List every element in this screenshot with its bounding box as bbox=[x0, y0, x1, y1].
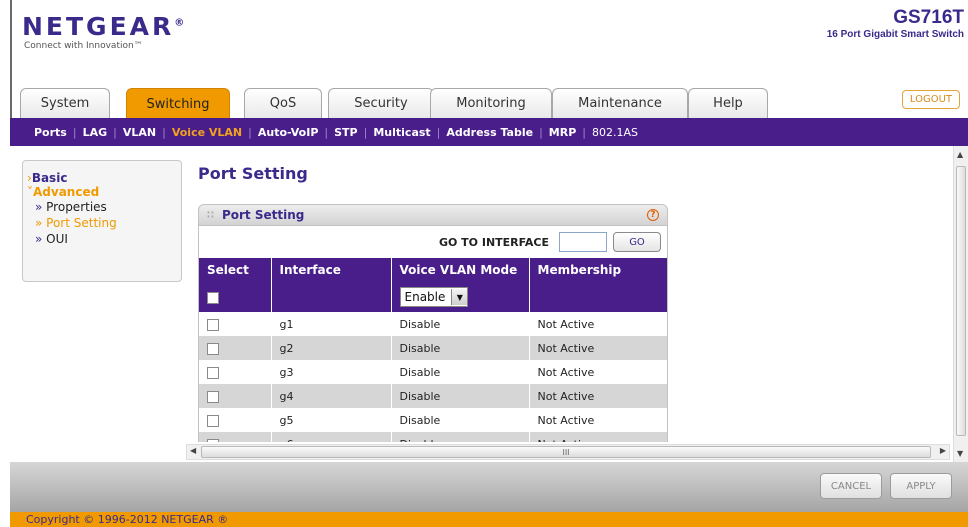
table-row[interactable]: g3 Disable Not Active bbox=[199, 360, 667, 384]
cell-mode: Disable bbox=[391, 384, 530, 408]
vertical-scrollbar[interactable]: ▲ ▼ bbox=[953, 146, 968, 462]
horizontal-scrollbar[interactable]: ◀ III ▶ bbox=[186, 444, 950, 460]
tab-monitoring[interactable]: Monitoring bbox=[430, 88, 552, 118]
table-row[interactable]: g6 Disable Not Active bbox=[199, 432, 667, 442]
sidebar: ›Basic ˅Advanced » Properties » Port Set… bbox=[22, 160, 182, 282]
cell-membership: Not Active bbox=[529, 360, 667, 384]
scroll-right-icon[interactable]: ▶ bbox=[940, 446, 946, 455]
col-voice-vlan-mode: Voice VLAN Mode bbox=[391, 258, 530, 282]
cell-interface: g1 bbox=[271, 312, 392, 336]
table-row[interactable]: g5 Disable Not Active bbox=[199, 408, 667, 432]
row-checkbox[interactable] bbox=[207, 414, 219, 427]
cell-mode: Disable bbox=[391, 408, 530, 432]
subnav-auto-voip[interactable]: Auto-VoIP bbox=[252, 126, 325, 139]
subnav-stp[interactable]: STP bbox=[328, 126, 364, 139]
tagline: Connect with Innovation™ bbox=[24, 41, 143, 51]
select-all-checkbox[interactable] bbox=[207, 291, 219, 304]
tab-qos[interactable]: QoS bbox=[244, 88, 322, 118]
sidebar-advanced[interactable]: ˅Advanced bbox=[27, 185, 177, 199]
apply-button[interactable]: APPLY bbox=[890, 473, 952, 499]
row-checkbox[interactable] bbox=[207, 366, 219, 379]
cell-interface: g3 bbox=[271, 360, 392, 384]
cell-membership: Not Active bbox=[529, 336, 667, 360]
goto-interface-label: GO TO INTERFACE bbox=[438, 235, 549, 249]
tab-security[interactable]: Security bbox=[328, 88, 434, 118]
table-row[interactable]: g4 Disable Not Active bbox=[199, 384, 667, 408]
sidebar-basic[interactable]: ›Basic bbox=[27, 171, 177, 185]
row-checkbox[interactable] bbox=[207, 390, 219, 403]
subnav-mrp[interactable]: MRP bbox=[543, 126, 582, 139]
port-table: Select Interface Voice VLAN Mode Members… bbox=[199, 258, 667, 442]
row-checkbox[interactable] bbox=[207, 438, 219, 442]
model-info: GS716T 16 Port Gigabit Smart Switch bbox=[826, 7, 964, 41]
cancel-button[interactable]: CANCEL bbox=[820, 473, 882, 499]
logout-button[interactable]: LOGOUT bbox=[901, 90, 960, 109]
subnav-multicast[interactable]: Multicast bbox=[367, 126, 436, 139]
vertical-scroll-thumb[interactable] bbox=[956, 166, 966, 436]
netgear-logo: NETGEAR® bbox=[22, 12, 185, 41]
scroll-up-icon[interactable]: ▲ bbox=[957, 150, 963, 159]
tab-help[interactable]: Help bbox=[688, 88, 768, 118]
copyright: Copyright © 1996-2012 NETGEAR ® bbox=[10, 512, 968, 527]
cell-mode: Disable bbox=[391, 360, 530, 384]
sidebar-item-port-setting[interactable]: » Port Setting bbox=[35, 215, 177, 231]
scroll-down-icon[interactable]: ▼ bbox=[957, 449, 963, 458]
dropdown-arrow-icon: ▼ bbox=[451, 289, 468, 305]
scroll-left-icon[interactable]: ◀ bbox=[190, 446, 196, 455]
cell-interface: g4 bbox=[271, 384, 392, 408]
help-icon[interactable]: ? bbox=[647, 209, 659, 221]
cell-interface: g5 bbox=[271, 408, 392, 432]
table-input-row: Enable ▼ bbox=[199, 282, 667, 312]
table-row[interactable]: g1 Disable Not Active bbox=[199, 312, 667, 336]
subnav-address-table[interactable]: Address Table bbox=[440, 126, 539, 139]
table-header-row: Select Interface Voice VLAN Mode Members… bbox=[199, 258, 667, 282]
cell-interface: g2 bbox=[271, 336, 392, 360]
voice-vlan-mode-select[interactable]: Enable ▼ bbox=[399, 287, 469, 307]
cell-membership: Not Active bbox=[529, 432, 667, 442]
cell-membership: Not Active bbox=[529, 312, 667, 336]
horizontal-scroll-thumb[interactable]: III bbox=[201, 446, 931, 458]
model-name: GS716T bbox=[893, 7, 964, 28]
cell-membership: Not Active bbox=[529, 384, 667, 408]
subnav-voice-vlan[interactable]: Voice VLAN bbox=[166, 126, 248, 139]
row-checkbox[interactable] bbox=[207, 318, 219, 331]
tab-switching[interactable]: Switching bbox=[126, 88, 230, 119]
page-title: Port Setting bbox=[198, 164, 308, 183]
goto-interface-input[interactable] bbox=[559, 232, 607, 252]
row-checkbox[interactable] bbox=[207, 342, 219, 355]
tab-system[interactable]: System bbox=[20, 88, 110, 118]
col-membership: Membership bbox=[529, 258, 667, 282]
panel-title: Port Setting bbox=[221, 208, 305, 222]
sub-navigation: Ports | LAG | VLAN | Voice VLAN | Auto-VoIP |… bbox=[10, 118, 968, 146]
grip-icon: ∷ bbox=[207, 209, 214, 221]
cell-mode: Disable bbox=[391, 336, 530, 360]
cell-interface: g6 bbox=[271, 432, 392, 442]
cell-membership: Not Active bbox=[529, 408, 667, 432]
cell-mode: Disable bbox=[391, 312, 530, 336]
sidebar-item-oui[interactable]: » OUI bbox=[35, 231, 177, 247]
subnav-vlan[interactable]: VLAN bbox=[117, 126, 162, 139]
sidebar-item-properties[interactable]: » Properties bbox=[35, 199, 177, 215]
col-select: Select bbox=[199, 258, 272, 282]
model-description: 16 Port Gigabit Smart Switch bbox=[826, 29, 964, 40]
subnav-ports[interactable]: Ports bbox=[28, 126, 73, 139]
table-row[interactable]: g2 Disable Not Active bbox=[199, 336, 667, 360]
subnav-802-1as[interactable]: 802.1AS bbox=[586, 126, 644, 139]
tab-maintenance[interactable]: Maintenance bbox=[552, 88, 688, 118]
col-interface: Interface bbox=[271, 258, 392, 282]
go-button[interactable]: GO bbox=[613, 232, 661, 252]
port-setting-panel: GO TO INTERFACE GO Select Interface Voic… bbox=[198, 226, 668, 442]
subnav-lag[interactable]: LAG bbox=[77, 126, 114, 139]
cell-mode: Disable bbox=[391, 432, 530, 442]
panel-header: ∷ Port Setting ? bbox=[198, 204, 668, 226]
goto-interface-row: GO TO INTERFACE GO bbox=[199, 226, 667, 258]
